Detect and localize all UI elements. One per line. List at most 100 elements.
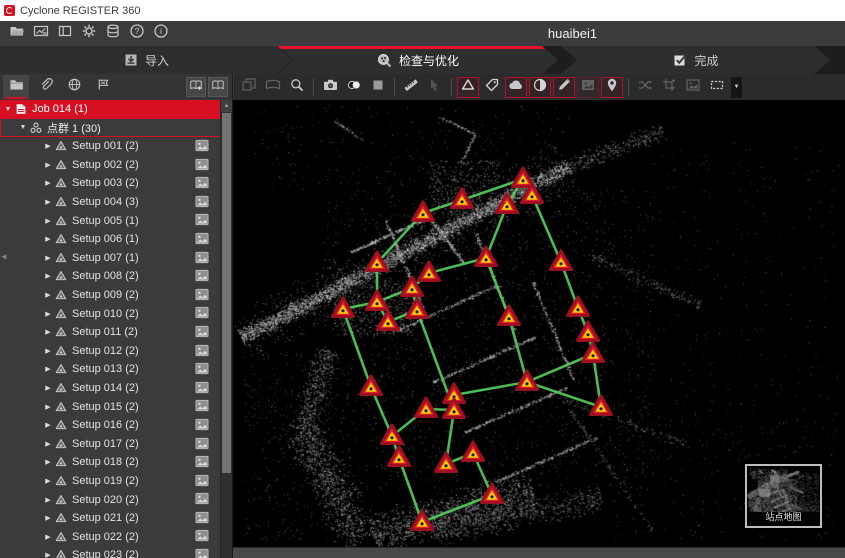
- photo-icon[interactable]: [195, 344, 209, 357]
- tree-item-cluster[interactable]: ▼ 点群 1 (30): [0, 118, 221, 137]
- scroll-up-icon[interactable]: ▲: [221, 100, 232, 112]
- setup-marker-16[interactable]: [568, 297, 589, 316]
- tree-item-setup-004[interactable]: ▶Setup 004 (3): [0, 193, 221, 212]
- draw-annotation-button[interactable]: [553, 77, 575, 98]
- selection-mode-button[interactable]: [706, 77, 728, 98]
- setup-marker-5[interactable]: [497, 194, 518, 213]
- setup-marker-15[interactable]: [499, 306, 520, 325]
- tree-item-setup-010[interactable]: ▶Setup 010 (2): [0, 304, 221, 323]
- photo-icon[interactable]: [195, 251, 209, 264]
- solid-color-button[interactable]: [367, 77, 389, 98]
- sidebar-tab-sites[interactable]: [90, 75, 116, 99]
- contrast-mode-button[interactable]: [529, 77, 551, 98]
- expand-arrow-icon[interactable]: ▶: [43, 254, 53, 262]
- expand-arrow-icon[interactable]: ▶: [43, 496, 53, 504]
- about-button[interactable]: i: [149, 23, 172, 44]
- zoom-fit-button[interactable]: [286, 77, 308, 98]
- show-setups-button[interactable]: [457, 77, 479, 98]
- photo-icon[interactable]: [195, 381, 209, 394]
- expand-arrow-icon[interactable]: ▶: [43, 142, 53, 150]
- sidebar-tab-web[interactable]: [61, 75, 87, 99]
- storage-button[interactable]: [101, 23, 124, 44]
- setup-marker-29[interactable]: [482, 484, 503, 503]
- sidebar-open-report-button[interactable]: [208, 77, 228, 97]
- tree-item-setup-005[interactable]: ▶Setup 005 (1): [0, 211, 221, 230]
- show-tags-button[interactable]: [481, 77, 503, 98]
- expand-arrow-icon[interactable]: ▶: [43, 514, 53, 522]
- photo-icon[interactable]: [195, 362, 209, 375]
- setup-marker-19[interactable]: [361, 376, 382, 395]
- photo-icon[interactable]: [195, 529, 209, 542]
- panorama-view-button[interactable]: [262, 77, 284, 98]
- photo-icon[interactable]: [195, 288, 209, 301]
- tree-item-setup-001[interactable]: ▶Setup 001 (2): [0, 137, 221, 156]
- tree-item-setup-020[interactable]: ▶Setup 020 (2): [0, 490, 221, 509]
- show-links-button[interactable]: [634, 77, 656, 98]
- expand-arrow-icon[interactable]: ▶: [43, 161, 53, 169]
- tree-item-setup-006[interactable]: ▶Setup 006 (1): [0, 230, 221, 249]
- measure-button[interactable]: [400, 77, 422, 98]
- photo-icon[interactable]: [195, 474, 209, 487]
- photo-icon[interactable]: [195, 232, 209, 245]
- setup-marker-14[interactable]: [407, 299, 428, 318]
- open-project-button[interactable]: [5, 23, 28, 44]
- tree-item-setup-019[interactable]: ▶Setup 019 (2): [0, 472, 221, 491]
- photo-icon[interactable]: [195, 418, 209, 431]
- tree-item-setup-023[interactable]: ▶Setup 023 (2): [0, 546, 221, 558]
- duplicate-view-button[interactable]: [238, 77, 260, 98]
- tree-item-setup-014[interactable]: ▶Setup 014 (2): [0, 379, 221, 398]
- expand-arrow-icon[interactable]: ▶: [43, 440, 53, 448]
- tree-item-setup-016[interactable]: ▶Setup 016 (2): [0, 416, 221, 435]
- snapshot-button[interactable]: [319, 77, 341, 98]
- photo-icon[interactable]: [195, 269, 209, 282]
- point-cloud-viewport[interactable]: 站点地图: [233, 100, 845, 547]
- setup-marker-18[interactable]: [583, 343, 604, 362]
- export-image-button[interactable]: [29, 23, 52, 44]
- expand-arrow-icon[interactable]: ▶: [43, 421, 53, 429]
- setup-marker-26[interactable]: [389, 447, 410, 466]
- panels-button[interactable]: [53, 23, 76, 44]
- photo-icon[interactable]: [195, 195, 209, 208]
- tree-item-setup-015[interactable]: ▶Setup 015 (2): [0, 397, 221, 416]
- settings-button[interactable]: [77, 23, 100, 44]
- tree-item-setup-003[interactable]: ▶Setup 003 (2): [0, 174, 221, 193]
- expand-arrow-icon[interactable]: ▶: [43, 198, 53, 206]
- photo-icon[interactable]: [195, 325, 209, 338]
- expand-arrow-icon[interactable]: ▶: [43, 310, 53, 318]
- pick-point-button[interactable]: [424, 77, 446, 98]
- tree-item-setup-021[interactable]: ▶Setup 021 (2): [0, 509, 221, 528]
- expand-arrow-icon[interactable]: ▶: [43, 217, 53, 225]
- setup-marker-9[interactable]: [551, 251, 572, 270]
- tree-item-setup-009[interactable]: ▶Setup 009 (2): [0, 286, 221, 305]
- sidebar-add-report-button[interactable]: [186, 77, 206, 97]
- expand-arrow-icon[interactable]: ▶: [43, 477, 53, 485]
- expand-arrow-icon[interactable]: ▶: [43, 551, 53, 558]
- setup-marker-20[interactable]: [416, 398, 437, 417]
- tree-item-job[interactable]: ▼ Job 014 (1): [0, 100, 221, 118]
- photo-icon[interactable]: [195, 455, 209, 468]
- expand-arrow-icon[interactable]: ▶: [43, 291, 53, 299]
- tree-item-setup-012[interactable]: ▶Setup 012 (2): [0, 342, 221, 361]
- expand-region-button[interactable]: [658, 77, 680, 98]
- selection-mode-dropdown[interactable]: ▼: [731, 77, 742, 98]
- photo-icon[interactable]: [195, 139, 209, 152]
- photo-icon[interactable]: [195, 437, 209, 450]
- tree-item-setup-017[interactable]: ▶Setup 017 (2): [0, 435, 221, 454]
- photo-icon[interactable]: [195, 158, 209, 171]
- expand-arrow-icon[interactable]: ▶: [43, 365, 53, 373]
- tab-import[interactable]: 导入: [0, 46, 292, 74]
- expand-arrow-icon[interactable]: ▶: [43, 403, 53, 411]
- tree-item-setup-008[interactable]: ▶Setup 008 (2): [0, 267, 221, 286]
- color-mode-button[interactable]: [343, 77, 365, 98]
- photo-icon[interactable]: [195, 399, 209, 412]
- sidebar-tab-project-explorer[interactable]: [3, 75, 29, 99]
- setup-marker-17[interactable]: [578, 322, 599, 341]
- tree-item-setup-022[interactable]: ▶Setup 022 (2): [0, 527, 221, 546]
- show-geotags-button[interactable]: [601, 77, 623, 98]
- expand-arrow-icon[interactable]: ▼: [18, 124, 28, 131]
- show-point-cloud-button[interactable]: [505, 77, 527, 98]
- setup-marker-25[interactable]: [382, 425, 403, 444]
- photo-icon[interactable]: [195, 306, 209, 319]
- sidebar-tab-attachments[interactable]: [32, 75, 58, 99]
- site-minimap[interactable]: 站点地图: [745, 464, 822, 528]
